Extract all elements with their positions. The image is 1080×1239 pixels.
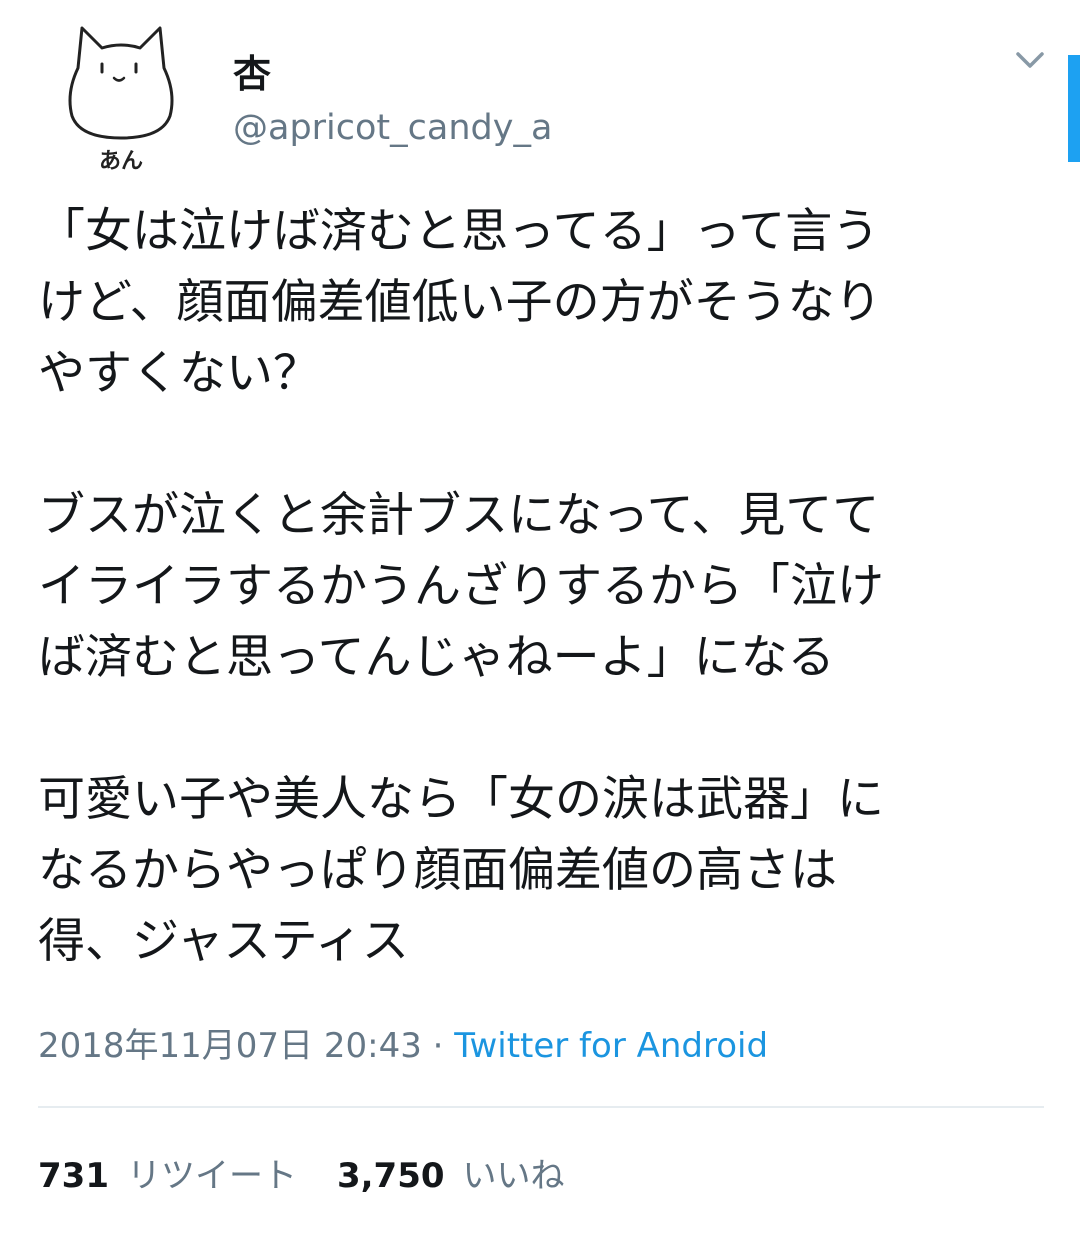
retweets-count: 731 [38, 1156, 109, 1196]
cat-avatar-drawing: あん [68, 26, 174, 174]
tweet-timestamp[interactable]: 2018年11月07日 20:43 [38, 1026, 422, 1066]
avatar-caption: あん [99, 149, 143, 174]
tweet-paragraph: 可愛い子や美人なら「女の涙は武器」に なるからやっぱり顔面偏差値の高さは 得、ジ… [38, 772, 884, 969]
meta-separator: · [421, 1026, 455, 1066]
tweet-paragraph: 「女は泣けば済むと思ってる」って言う けど、顔面偏差値低い子の方がそうなり やす… [38, 204, 882, 401]
more-options-button[interactable] [1006, 44, 1054, 80]
likes-count: 3,750 [336, 1156, 445, 1196]
retweets-stat[interactable]: 731 リツイート [38, 1154, 297, 1198]
likes-stat[interactable]: 3,750 いいね [337, 1154, 565, 1198]
avatar[interactable]: あん [62, 18, 180, 183]
tweet-text: 「女は泣けば済むと思ってる」って言う けど、顔面偏差値低い子の方がそうなり やす… [38, 196, 1052, 977]
scroll-indicator [1068, 55, 1080, 162]
display-name[interactable]: 杏 [233, 50, 271, 98]
divider [38, 1106, 1044, 1108]
tweet-stats: 731 リツイート 3,750 いいね [38, 1154, 605, 1198]
tweet-paragraph: ブスが泣くと余計ブスになって、見てて イライラするかうんざりするから「泣け ば済… [38, 488, 884, 685]
user-handle[interactable]: @apricot_candy_a [233, 106, 552, 150]
chevron-down-icon [1016, 52, 1044, 68]
tweet-source-link[interactable]: Twitter for Android [454, 1026, 768, 1066]
retweets-label: リツイート [126, 1156, 297, 1196]
tweet-meta: 2018年11月07日 20:43 · Twitter for Android [38, 1024, 768, 1068]
likes-label: いいね [462, 1156, 565, 1196]
